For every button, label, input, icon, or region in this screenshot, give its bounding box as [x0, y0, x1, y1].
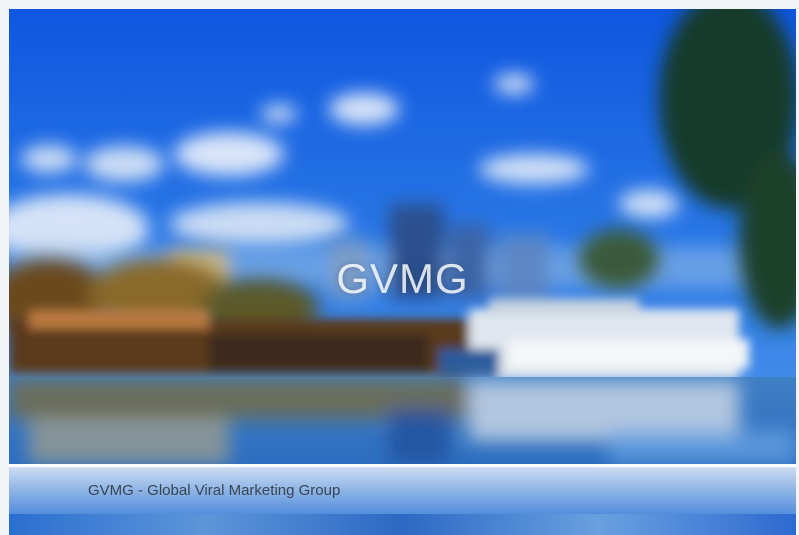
caption-bar: GVMG - Global Viral Marketing Group: [9, 464, 796, 514]
hero-slide[interactable]: GVMG GVMG - Global Viral Marketing Group: [9, 9, 796, 535]
page: GVMG GVMG - Global Viral Marketing Group: [0, 0, 799, 535]
bottom-strip: [9, 514, 796, 535]
hero-title: GVMG: [336, 255, 469, 302]
caption-text: GVMG - Global Viral Marketing Group: [88, 482, 341, 499]
